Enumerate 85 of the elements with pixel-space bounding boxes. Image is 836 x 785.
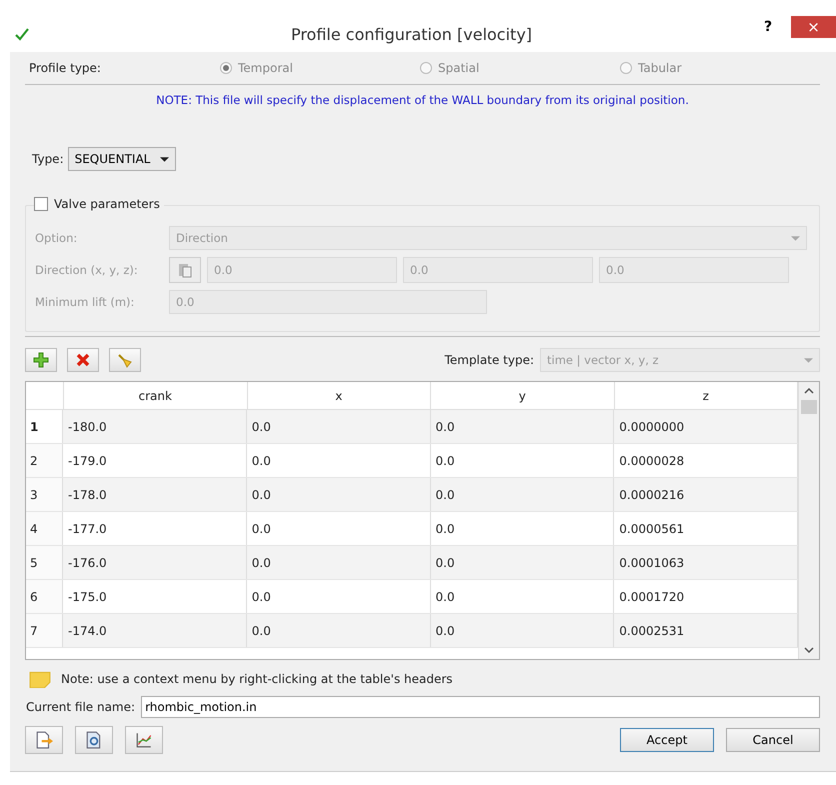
row-number: 5 — [26, 546, 63, 579]
scroll-up-icon[interactable] — [804, 388, 814, 394]
table-row[interactable]: 2 -179.0 0.0 0.0 0.0000028 — [26, 444, 798, 478]
table-cell: -179.0 — [63, 444, 247, 477]
caret-icon — [160, 157, 170, 162]
row-number: 4 — [26, 512, 63, 545]
table-cell: 0.0 — [430, 444, 614, 477]
scrollbar-thumb[interactable] — [801, 400, 817, 414]
help-button[interactable]: ? — [753, 18, 783, 36]
table-cell: 0.0 — [246, 614, 430, 647]
table-cell: 0.0 — [430, 614, 614, 647]
window-title: Profile configuration [velocity] — [290, 24, 534, 44]
row-number: 1 — [26, 410, 63, 443]
table-cell: -180.0 — [63, 410, 247, 443]
table-cell: 0.0 — [246, 444, 430, 477]
cross-icon — [75, 352, 91, 368]
table-row[interactable]: 7 -174.0 0.0 0.0 0.0002531 — [26, 614, 798, 648]
table-row[interactable]: 4 -177.0 0.0 0.0 0.0000561 — [26, 512, 798, 546]
document-arrow-icon — [35, 731, 53, 749]
table-cell: 0.0 — [246, 478, 430, 511]
checkbox[interactable] — [34, 197, 48, 211]
table-cell: 0.0 — [246, 512, 430, 545]
table-cell: -174.0 — [63, 614, 247, 647]
caret-icon — [804, 358, 813, 362]
table-cell: 0.0 — [430, 410, 614, 443]
table-cell: 0.0 — [246, 580, 430, 613]
valve-parameters-label: Valve parameters — [54, 197, 160, 211]
row-number: 6 — [26, 580, 63, 613]
caret-icon — [791, 236, 800, 240]
export-button[interactable] — [25, 726, 63, 754]
chart-button[interactable] — [125, 726, 163, 754]
profile-type-label: Profile type: — [28, 61, 102, 75]
paste-button[interactable] — [169, 257, 201, 283]
plus-icon — [33, 352, 49, 368]
scrollbar[interactable] — [798, 382, 819, 659]
table-cell: -175.0 — [63, 580, 247, 613]
file-name-label: Current file name: — [26, 700, 136, 714]
table-row[interactable]: 5 -176.0 0.0 0.0 0.0001063 — [26, 546, 798, 580]
table-cell: -178.0 — [63, 478, 247, 511]
type-dropdown[interactable]: SEQUENTIAL — [68, 147, 176, 171]
option-label: Option: — [35, 231, 78, 245]
radio-button[interactable] — [220, 62, 232, 74]
note-text: NOTE: This file will specify the displacement of the WALL boundary from its original position. — [155, 93, 690, 107]
file-name-field[interactable]: rhombic_motion.in — [141, 696, 820, 718]
table-cell: 0.0 — [430, 546, 614, 579]
type-label: Type: — [32, 152, 64, 166]
table-cell: 0.0 — [430, 512, 614, 545]
radio-label: Temporal — [238, 61, 293, 75]
table-cell: 0.0 — [246, 546, 430, 579]
radio-button[interactable] — [620, 62, 632, 74]
hint-text: Note: use a context menu by right-clicking at the table's headers — [61, 672, 453, 686]
row-number: 3 — [26, 478, 63, 511]
accept-button[interactable]: Accept — [620, 728, 714, 752]
radio-label: Spatial — [438, 61, 480, 75]
column-header[interactable]: y — [431, 382, 614, 409]
radio-button[interactable] — [420, 62, 432, 74]
cancel-button[interactable]: Cancel — [726, 728, 820, 752]
table-row[interactable]: 3 -178.0 0.0 0.0 0.0000216 — [26, 478, 798, 512]
clipboard-icon — [177, 262, 193, 278]
table-cell: -176.0 — [63, 546, 247, 579]
note-icon — [29, 670, 51, 688]
radio-label: Tabular — [638, 61, 682, 75]
column-header[interactable]: x — [248, 382, 431, 409]
row-number: 2 — [26, 444, 63, 477]
table-row[interactable]: 1 -180.0 0.0 0.0 0.0000000 — [26, 410, 798, 444]
add-button[interactable] — [25, 348, 57, 372]
minimum-lift-label: Minimum lift (m): — [35, 295, 136, 309]
template-type-label: Template type: — [444, 353, 534, 367]
table-cell: -177.0 — [63, 512, 247, 545]
row-number: 7 — [26, 614, 63, 647]
table-row[interactable]: 6 -175.0 0.0 0.0 0.0001720 — [26, 580, 798, 614]
close-button[interactable]: × — [791, 16, 836, 38]
preview-button[interactable] — [75, 726, 113, 754]
scroll-down-icon[interactable] — [804, 647, 814, 653]
delete-button[interactable] — [67, 348, 99, 372]
table-cell: 0.0 — [246, 410, 430, 443]
table-cell: 0.0 — [430, 478, 614, 511]
column-header[interactable]: crank — [64, 382, 248, 409]
checkmark-icon — [14, 26, 30, 42]
table-cell: 0.0 — [430, 580, 614, 613]
broom-icon — [117, 352, 133, 368]
direction-label: Direction (x, y, z): — [35, 263, 139, 277]
chart-icon — [135, 731, 153, 749]
document-icon — [85, 731, 103, 749]
clear-button[interactable] — [109, 348, 141, 372]
